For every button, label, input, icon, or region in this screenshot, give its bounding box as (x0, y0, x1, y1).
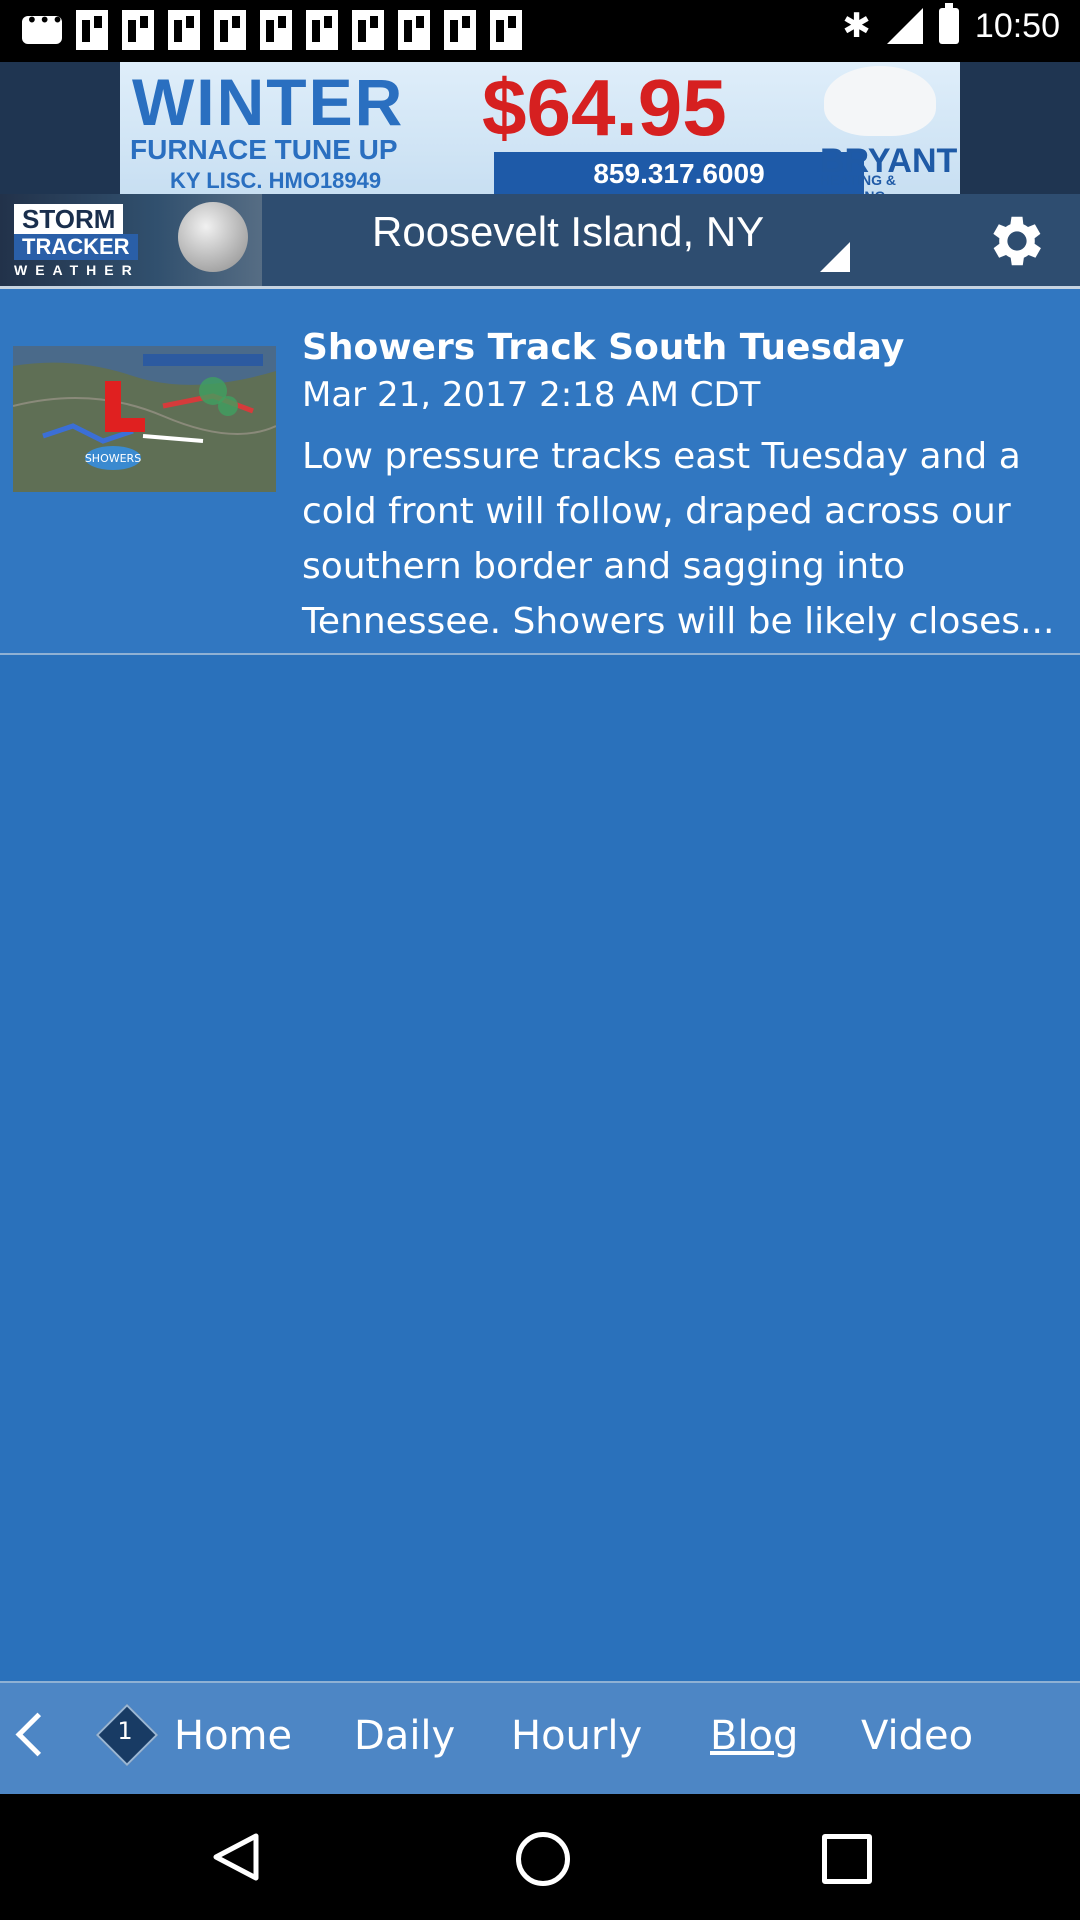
tab-video[interactable]: Video (861, 1713, 973, 1759)
ad-strip: WINTER FURNACE TUNE UP KY LISC. HMO18949… (0, 62, 1080, 194)
message-icon (22, 8, 64, 44)
flipboard-icon (306, 10, 338, 50)
post-date-text: Mar 21, 2017 2:18 AM CDT (302, 379, 761, 409)
storm-tracker-logo: STORM TRACKER WEATHER (0, 194, 262, 286)
water-tower-image (178, 202, 248, 272)
back-triangle-icon[interactable] (212, 1832, 260, 1882)
logo-storm: STORM (14, 204, 124, 235)
blog-list: SHOWERS Showers Track South Tuesday Mar … (0, 289, 1080, 1681)
logo-tracker: TRACKER (14, 234, 138, 260)
flipboard-icon (260, 10, 292, 50)
home-circle-icon[interactable] (516, 1832, 570, 1886)
tab-blog[interactable]: Blog (710, 1713, 798, 1759)
ad-phone: 859.317.6009 (494, 152, 864, 194)
ad-brand-sub: HEATING & COOLING (820, 172, 896, 194)
weather-map-thumbnail: SHOWERS (13, 346, 276, 492)
flipboard-icon (398, 10, 430, 50)
tab-home[interactable]: Home (174, 1713, 292, 1759)
dropdown-caret-icon[interactable] (820, 242, 850, 272)
flipboard-icon (444, 10, 476, 50)
app-header: STORM TRACKER WEATHER Roosevelt Island, … (0, 194, 1080, 289)
tab-daily[interactable]: Daily (354, 1713, 455, 1759)
tab-hourly[interactable]: Hourly (511, 1713, 642, 1759)
flipboard-icon (352, 10, 384, 50)
post-date: Mar 21, 2017 2:18 AM CDT (302, 379, 1062, 409)
chevron-left-icon[interactable] (15, 1712, 60, 1757)
ad-price: $64.95 (482, 63, 727, 152)
notification-icons (22, 8, 522, 50)
flipboard-icon (168, 10, 200, 50)
logo-weather: WEATHER (14, 262, 140, 278)
clock: 10:50 (974, 6, 1060, 45)
badge-count: 1 (117, 1717, 133, 1745)
post-title: Showers Track South Tuesday (302, 327, 905, 368)
battery-icon (938, 3, 959, 44)
blog-post-item[interactable]: SHOWERS Showers Track South Tuesday Mar … (0, 289, 1080, 655)
flipboard-icon (76, 10, 108, 50)
status-bar: ✱ 10:50 (0, 0, 1080, 62)
gear-icon[interactable] (984, 208, 1050, 274)
ad-subline: FURNACE TUNE UP (130, 134, 398, 165)
ad-license: KY LISC. HMO18949 (170, 168, 382, 193)
system-nav-bar (0, 1794, 1080, 1920)
post-excerpt: Low pressure tracks east Tuesday and a c… (302, 436, 1055, 642)
bottom-nav: 1 Home Daily Hourly Blog Video (0, 1681, 1080, 1796)
system-icons: ✱ 10:50 (842, 3, 1060, 46)
bluetooth-icon: ✱ (842, 6, 871, 46)
recents-square-icon[interactable] (822, 1834, 872, 1884)
flipboard-icon (214, 10, 246, 50)
flipboard-icon (490, 10, 522, 50)
location-selector[interactable]: Roosevelt Island, NY (372, 208, 764, 256)
polar-bear-image (824, 66, 936, 136)
ad-headline: WINTER (132, 65, 405, 139)
thumbnail-label: SHOWERS (85, 452, 141, 465)
flipboard-icon (122, 10, 154, 50)
signal-icon (886, 8, 923, 44)
ad-banner[interactable]: WINTER FURNACE TUNE UP KY LISC. HMO18949… (120, 62, 960, 194)
